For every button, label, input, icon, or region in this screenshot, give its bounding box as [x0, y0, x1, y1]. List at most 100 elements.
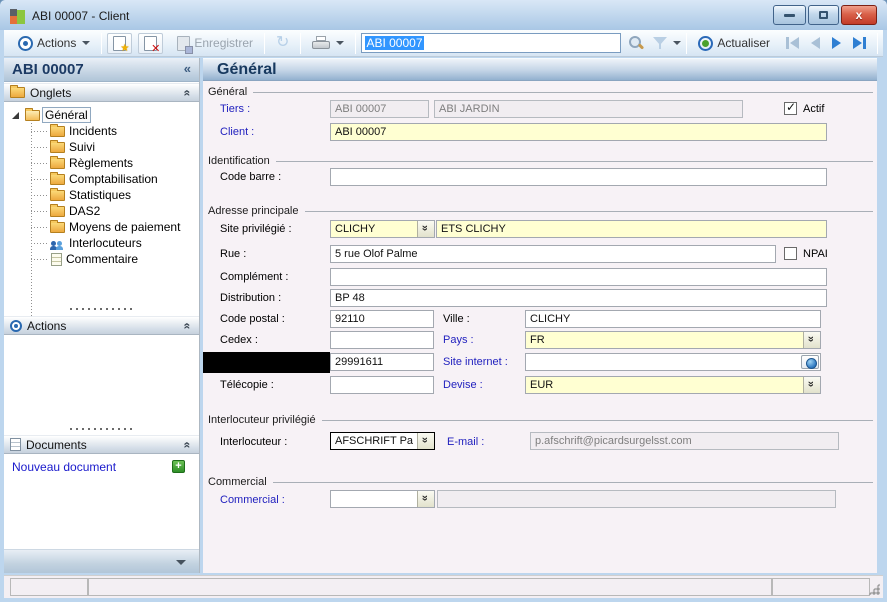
- ville-input[interactable]: [525, 310, 821, 328]
- chevron-down-icon[interactable]: [417, 491, 434, 507]
- caret-down-icon[interactable]: [176, 560, 186, 565]
- telephone-input[interactable]: [330, 353, 434, 371]
- tiers-label[interactable]: Tiers :: [220, 103, 250, 115]
- email-label[interactable]: E-mail :: [447, 436, 484, 448]
- sidebar-item-reglements[interactable]: Règlements: [4, 155, 199, 171]
- window-title: ABI 00007 - Client: [32, 9, 129, 23]
- search-input[interactable]: ABI 00007: [361, 33, 621, 53]
- panel-header-actions[interactable]: Actions «: [4, 316, 199, 335]
- status-cell: [10, 578, 88, 596]
- filter-icon[interactable]: [652, 35, 667, 51]
- actions-menu-button[interactable]: Actions: [12, 33, 96, 54]
- rue-input[interactable]: [330, 245, 776, 263]
- rue-label: Rue :: [220, 248, 246, 260]
- collapse-panel-icon[interactable]: «: [181, 442, 195, 449]
- interlocuteur-combo[interactable]: AFSCHRIFT Pa: [330, 432, 435, 450]
- toolbar-separator: [101, 33, 102, 54]
- sidebar-collapse-button[interactable]: «: [184, 61, 191, 76]
- sidebar-item-moyens-de-paiement[interactable]: Moyens de paiement: [4, 219, 199, 235]
- globe-icon[interactable]: [801, 355, 819, 369]
- page-title: Général: [217, 59, 277, 81]
- save-icon: [177, 36, 190, 51]
- actif-checkbox[interactable]: ✓: [784, 102, 797, 115]
- cedex-input[interactable]: [330, 331, 434, 349]
- reload-button[interactable]: ↻: [270, 32, 295, 54]
- sidebar-item-interlocuteurs[interactable]: Interlocuteurs: [4, 235, 199, 251]
- pays-label[interactable]: Pays :: [443, 334, 474, 346]
- devise-label[interactable]: Devise :: [443, 379, 483, 391]
- sidebar-item-suivi[interactable]: Suivi: [4, 139, 199, 155]
- next-record-button[interactable]: [826, 34, 847, 52]
- tiers-code-input[interactable]: [330, 100, 429, 118]
- code-postal-input[interactable]: [330, 310, 434, 328]
- sidebar-record-header: ABI 00007 «: [4, 58, 199, 82]
- site-privilegie-combo[interactable]: CLICHY: [330, 220, 435, 238]
- site-internet-input[interactable]: [525, 353, 821, 371]
- toolbar-separator: [300, 33, 301, 54]
- collapse-panel-icon[interactable]: «: [181, 323, 195, 330]
- group-identification: Identification: [208, 155, 873, 167]
- minimize-button[interactable]: [773, 5, 806, 25]
- site-name-input[interactable]: [436, 220, 827, 238]
- commercial-name-input[interactable]: [437, 490, 836, 508]
- sidebar-item-general[interactable]: Général: [4, 107, 199, 123]
- new-record-button[interactable]: ★: [107, 33, 132, 54]
- refresh-button[interactable]: Actualiser: [692, 33, 776, 54]
- close-button[interactable]: x: [841, 5, 877, 25]
- first-record-button[interactable]: [780, 34, 805, 52]
- devise-combo[interactable]: EUR: [525, 376, 821, 394]
- commercial-label[interactable]: Commercial :: [220, 494, 285, 506]
- sidebar-item-commentaire[interactable]: Commentaire: [4, 251, 199, 267]
- sidebar-item-statistiques[interactable]: Statistiques: [4, 187, 199, 203]
- group-general: Général: [208, 86, 873, 98]
- actif-label: Actif: [803, 103, 824, 115]
- chevron-down-icon[interactable]: [417, 221, 434, 237]
- pays-combo[interactable]: FR: [525, 331, 821, 349]
- sidebar-item-comptabilisation[interactable]: Comptabilisation: [4, 171, 199, 187]
- panel-splitter[interactable]: [4, 425, 199, 432]
- site-internet-label[interactable]: Site internet :: [443, 356, 508, 368]
- filter-caret-icon[interactable]: [673, 41, 681, 45]
- panel-header-onglets[interactable]: Onglets «: [4, 83, 199, 102]
- sidebar-item-das2[interactable]: DAS2: [4, 203, 199, 219]
- titlebar[interactable]: ABI 00007 - Client x: [0, 0, 887, 30]
- telecopie-input[interactable]: [330, 376, 434, 394]
- status-cell: [772, 578, 870, 596]
- npai-checkbox[interactable]: [784, 247, 797, 260]
- commercial-combo[interactable]: [330, 490, 435, 508]
- delete-record-button[interactable]: ✕: [138, 33, 163, 54]
- tree-expander-icon[interactable]: [12, 112, 19, 119]
- last-record-button[interactable]: [847, 34, 872, 52]
- client-input[interactable]: [330, 123, 827, 141]
- email-input[interactable]: [530, 432, 839, 450]
- collapse-panel-icon[interactable]: «: [181, 90, 195, 97]
- previous-record-button[interactable]: [805, 34, 826, 52]
- search-icon[interactable]: [627, 34, 644, 52]
- panel-header-documents[interactable]: Documents «: [4, 435, 199, 454]
- new-document-link[interactable]: Nouveau document: [12, 460, 116, 474]
- code-barre-input[interactable]: [330, 168, 827, 186]
- folder-icon: [50, 222, 65, 233]
- tree-item-label: Règlements: [69, 156, 133, 170]
- distribution-input[interactable]: [330, 289, 827, 307]
- interlocuteur-label: Interlocuteur :: [220, 436, 287, 448]
- chevron-down-icon[interactable]: [803, 377, 820, 393]
- save-button[interactable]: Enregistrer: [171, 33, 259, 54]
- maximize-button[interactable]: [808, 5, 839, 25]
- print-button[interactable]: [306, 33, 350, 53]
- sidebar: ABI 00007 « Onglets « Général Incidents …: [4, 58, 200, 573]
- reload-icon: ↻: [276, 35, 289, 51]
- client-label[interactable]: Client :: [220, 126, 254, 138]
- page-header: Général: [203, 58, 877, 81]
- distribution-label: Distribution :: [220, 292, 281, 304]
- save-label: Enregistrer: [194, 36, 253, 50]
- tiers-name-input[interactable]: [434, 100, 743, 118]
- chevron-down-icon[interactable]: [803, 332, 820, 348]
- group-interlocuteur: Interlocuteur privilégié: [208, 414, 873, 426]
- tree-item-label: Incidents: [69, 124, 117, 138]
- complement-input[interactable]: [330, 268, 827, 286]
- sidebar-item-incidents[interactable]: Incidents: [4, 123, 199, 139]
- chevron-down-icon[interactable]: [417, 433, 434, 449]
- panel-splitter[interactable]: [4, 305, 199, 312]
- add-document-button[interactable]: +: [172, 460, 185, 473]
